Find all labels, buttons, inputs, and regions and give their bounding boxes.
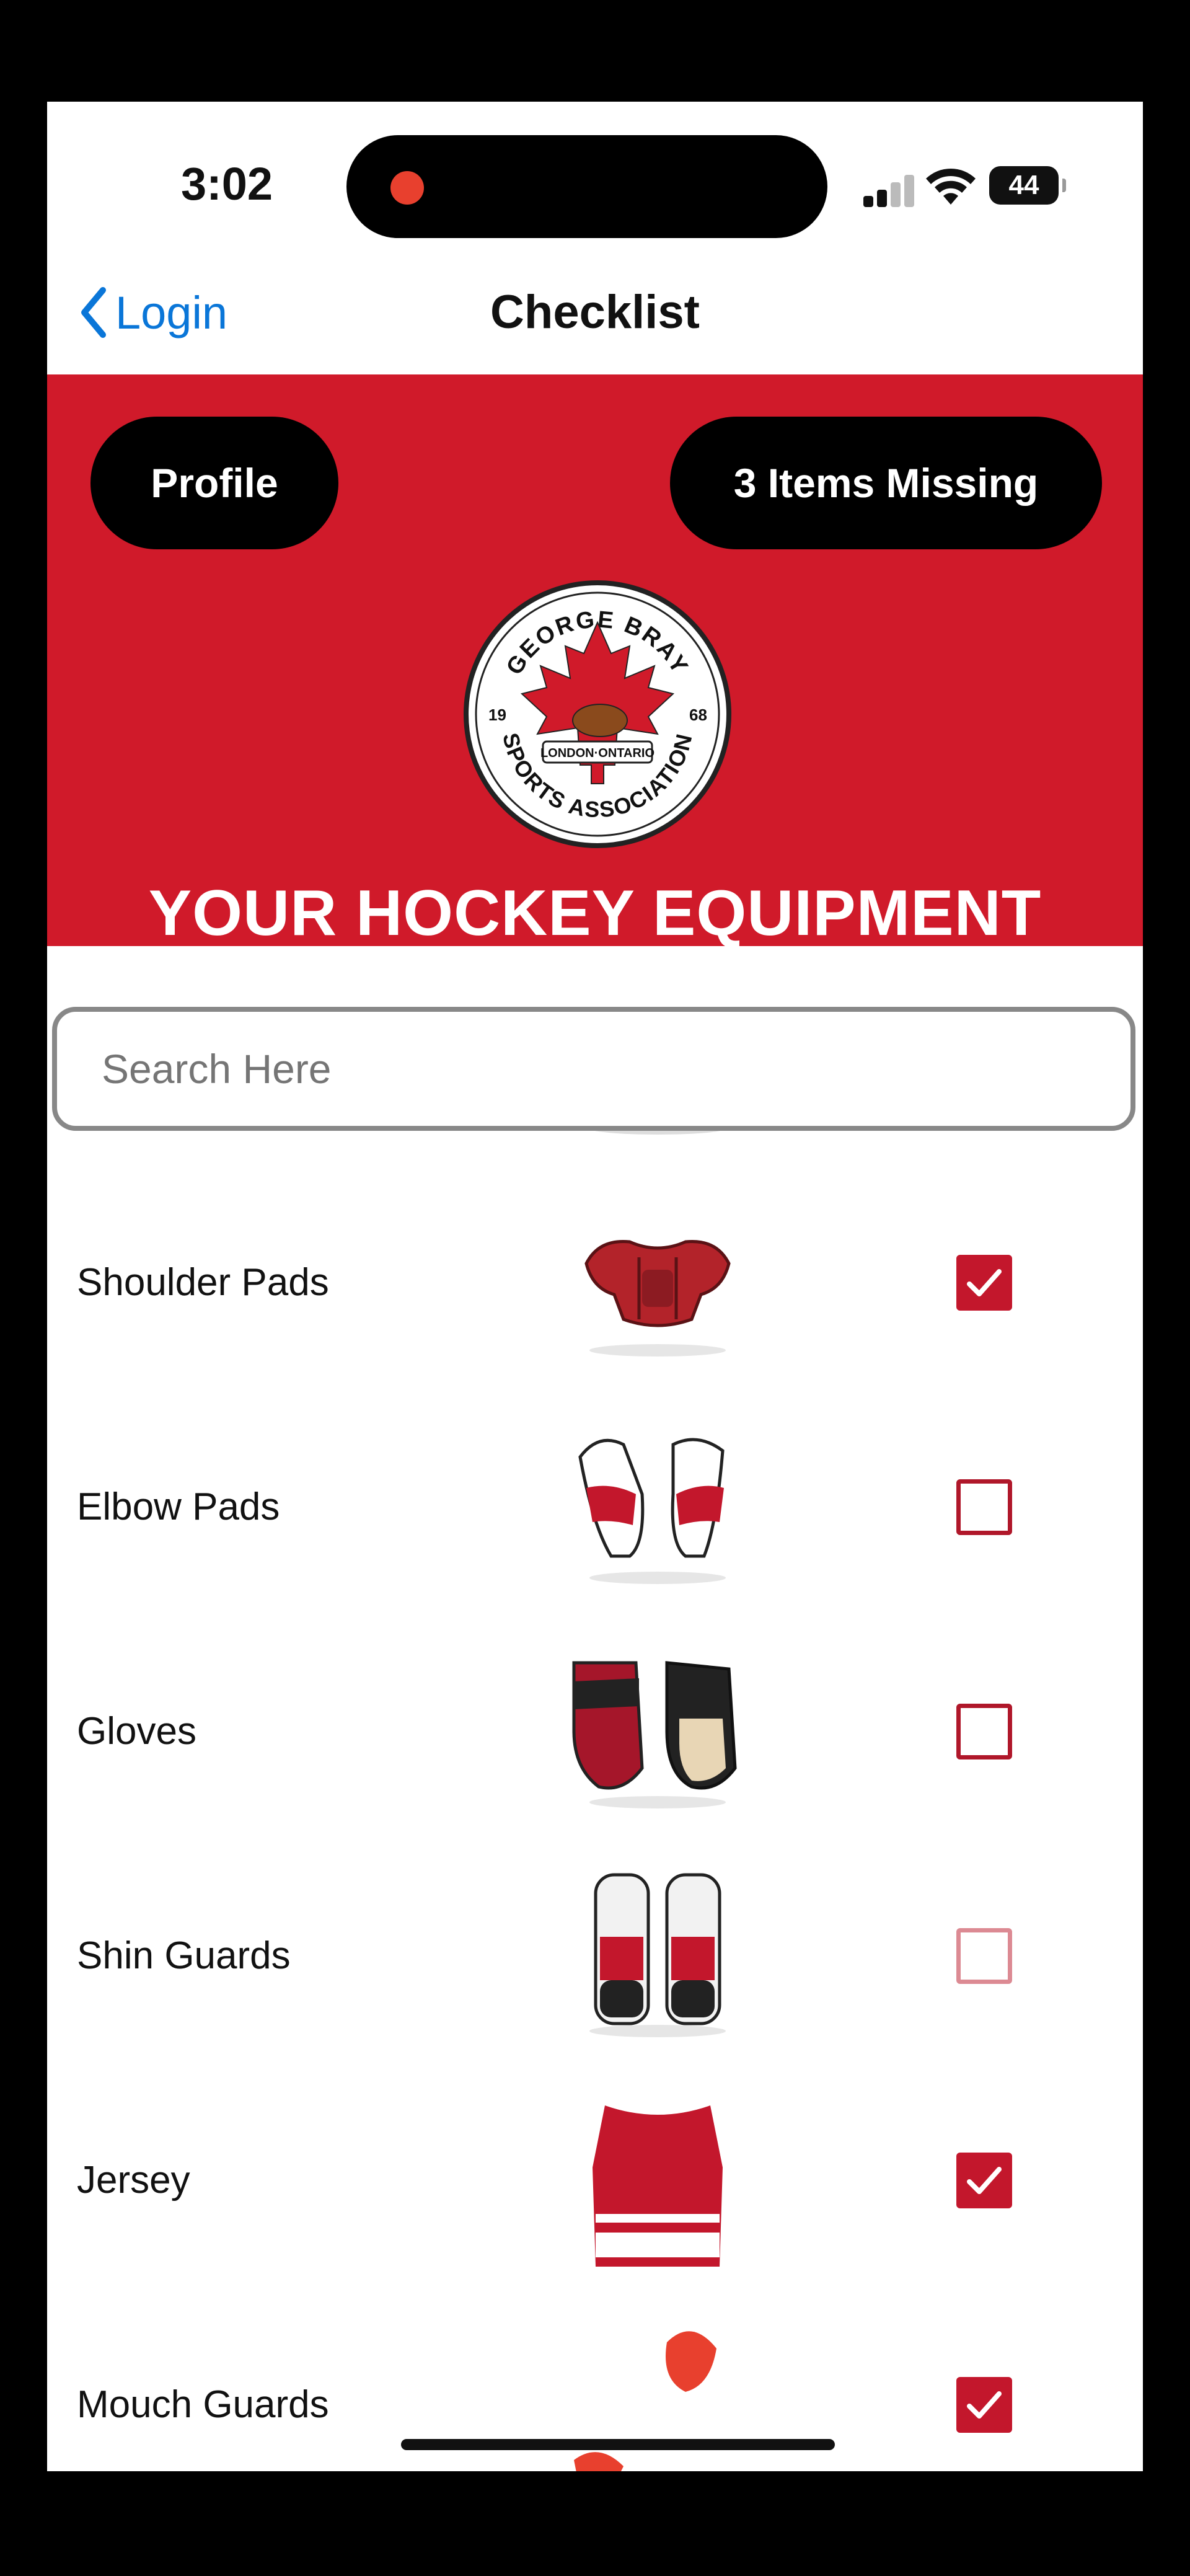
recording-indicator-icon (390, 171, 424, 205)
dynamic-island (346, 135, 827, 238)
list-item: Shoulder Pads (47, 1171, 1143, 1398)
checkmark-icon (967, 2167, 1002, 2194)
list-item: Gloves (47, 1619, 1143, 1847)
checkbox-mouth-guard[interactable] (956, 2377, 1012, 2433)
item-label: Mouch Guards (77, 2383, 329, 2426)
shoulder-pads-image (584, 1239, 731, 1357)
checkmark-icon (967, 2391, 1002, 2419)
status-time: 3:02 (180, 158, 273, 210)
elbow-pads-image (578, 1438, 726, 1584)
svg-text:LONDON·ONTARIO: LONDON·ONTARIO (540, 746, 654, 760)
item-label: Shin Guards (77, 1934, 291, 1977)
checkbox-shoulder-pads[interactable] (956, 1255, 1012, 1311)
shin-guards-image (589, 1873, 726, 2037)
checkbox-elbow-pads[interactable] (956, 1479, 1012, 1535)
item-label: Elbow Pads (77, 1485, 280, 1528)
page-title: Checklist (490, 286, 700, 339)
list-item: Elbow Pads (47, 1395, 1143, 1622)
items-missing-button[interactable]: 3 Items Missing (670, 417, 1102, 549)
home-indicator (401, 2439, 835, 2450)
item-label: Shoulder Pads (77, 1261, 329, 1304)
cellular-signal-icon (863, 175, 918, 207)
equipment-header: Profile 3 Items Missing GEORGE BRAY SPOR… (47, 374, 1143, 1001)
checkbox-shin-guards[interactable] (956, 1928, 1012, 1984)
checkbox-jersey[interactable] (956, 2153, 1012, 2208)
checkbox-gloves[interactable] (956, 1704, 1012, 1759)
profile-button[interactable]: Profile (90, 417, 338, 549)
search-input[interactable] (52, 1007, 1135, 1131)
jersey-image (593, 2104, 723, 2267)
svg-text:68: 68 (689, 706, 707, 724)
item-label: Jersey (77, 2159, 190, 2202)
phone-screen: 3:02 44 Login Checklist Profile 3 Items … (47, 102, 1143, 2471)
list-item: Jersey (47, 2068, 1143, 2296)
checkmark-icon (967, 1269, 1002, 1296)
wifi-icon (926, 169, 976, 205)
list-item: Shin Guards (47, 1844, 1143, 2071)
svg-text:19: 19 (488, 706, 506, 724)
gloves-image (572, 1661, 737, 1808)
equipment-title: YOUR HOCKEY EQUIPMENT (148, 877, 1042, 949)
association-logo: GEORGE BRAY SPORTS ASSOCIATION 19 68 LON… (464, 580, 731, 848)
battery-icon: 44 (989, 166, 1066, 205)
item-label: Gloves (77, 1710, 196, 1753)
